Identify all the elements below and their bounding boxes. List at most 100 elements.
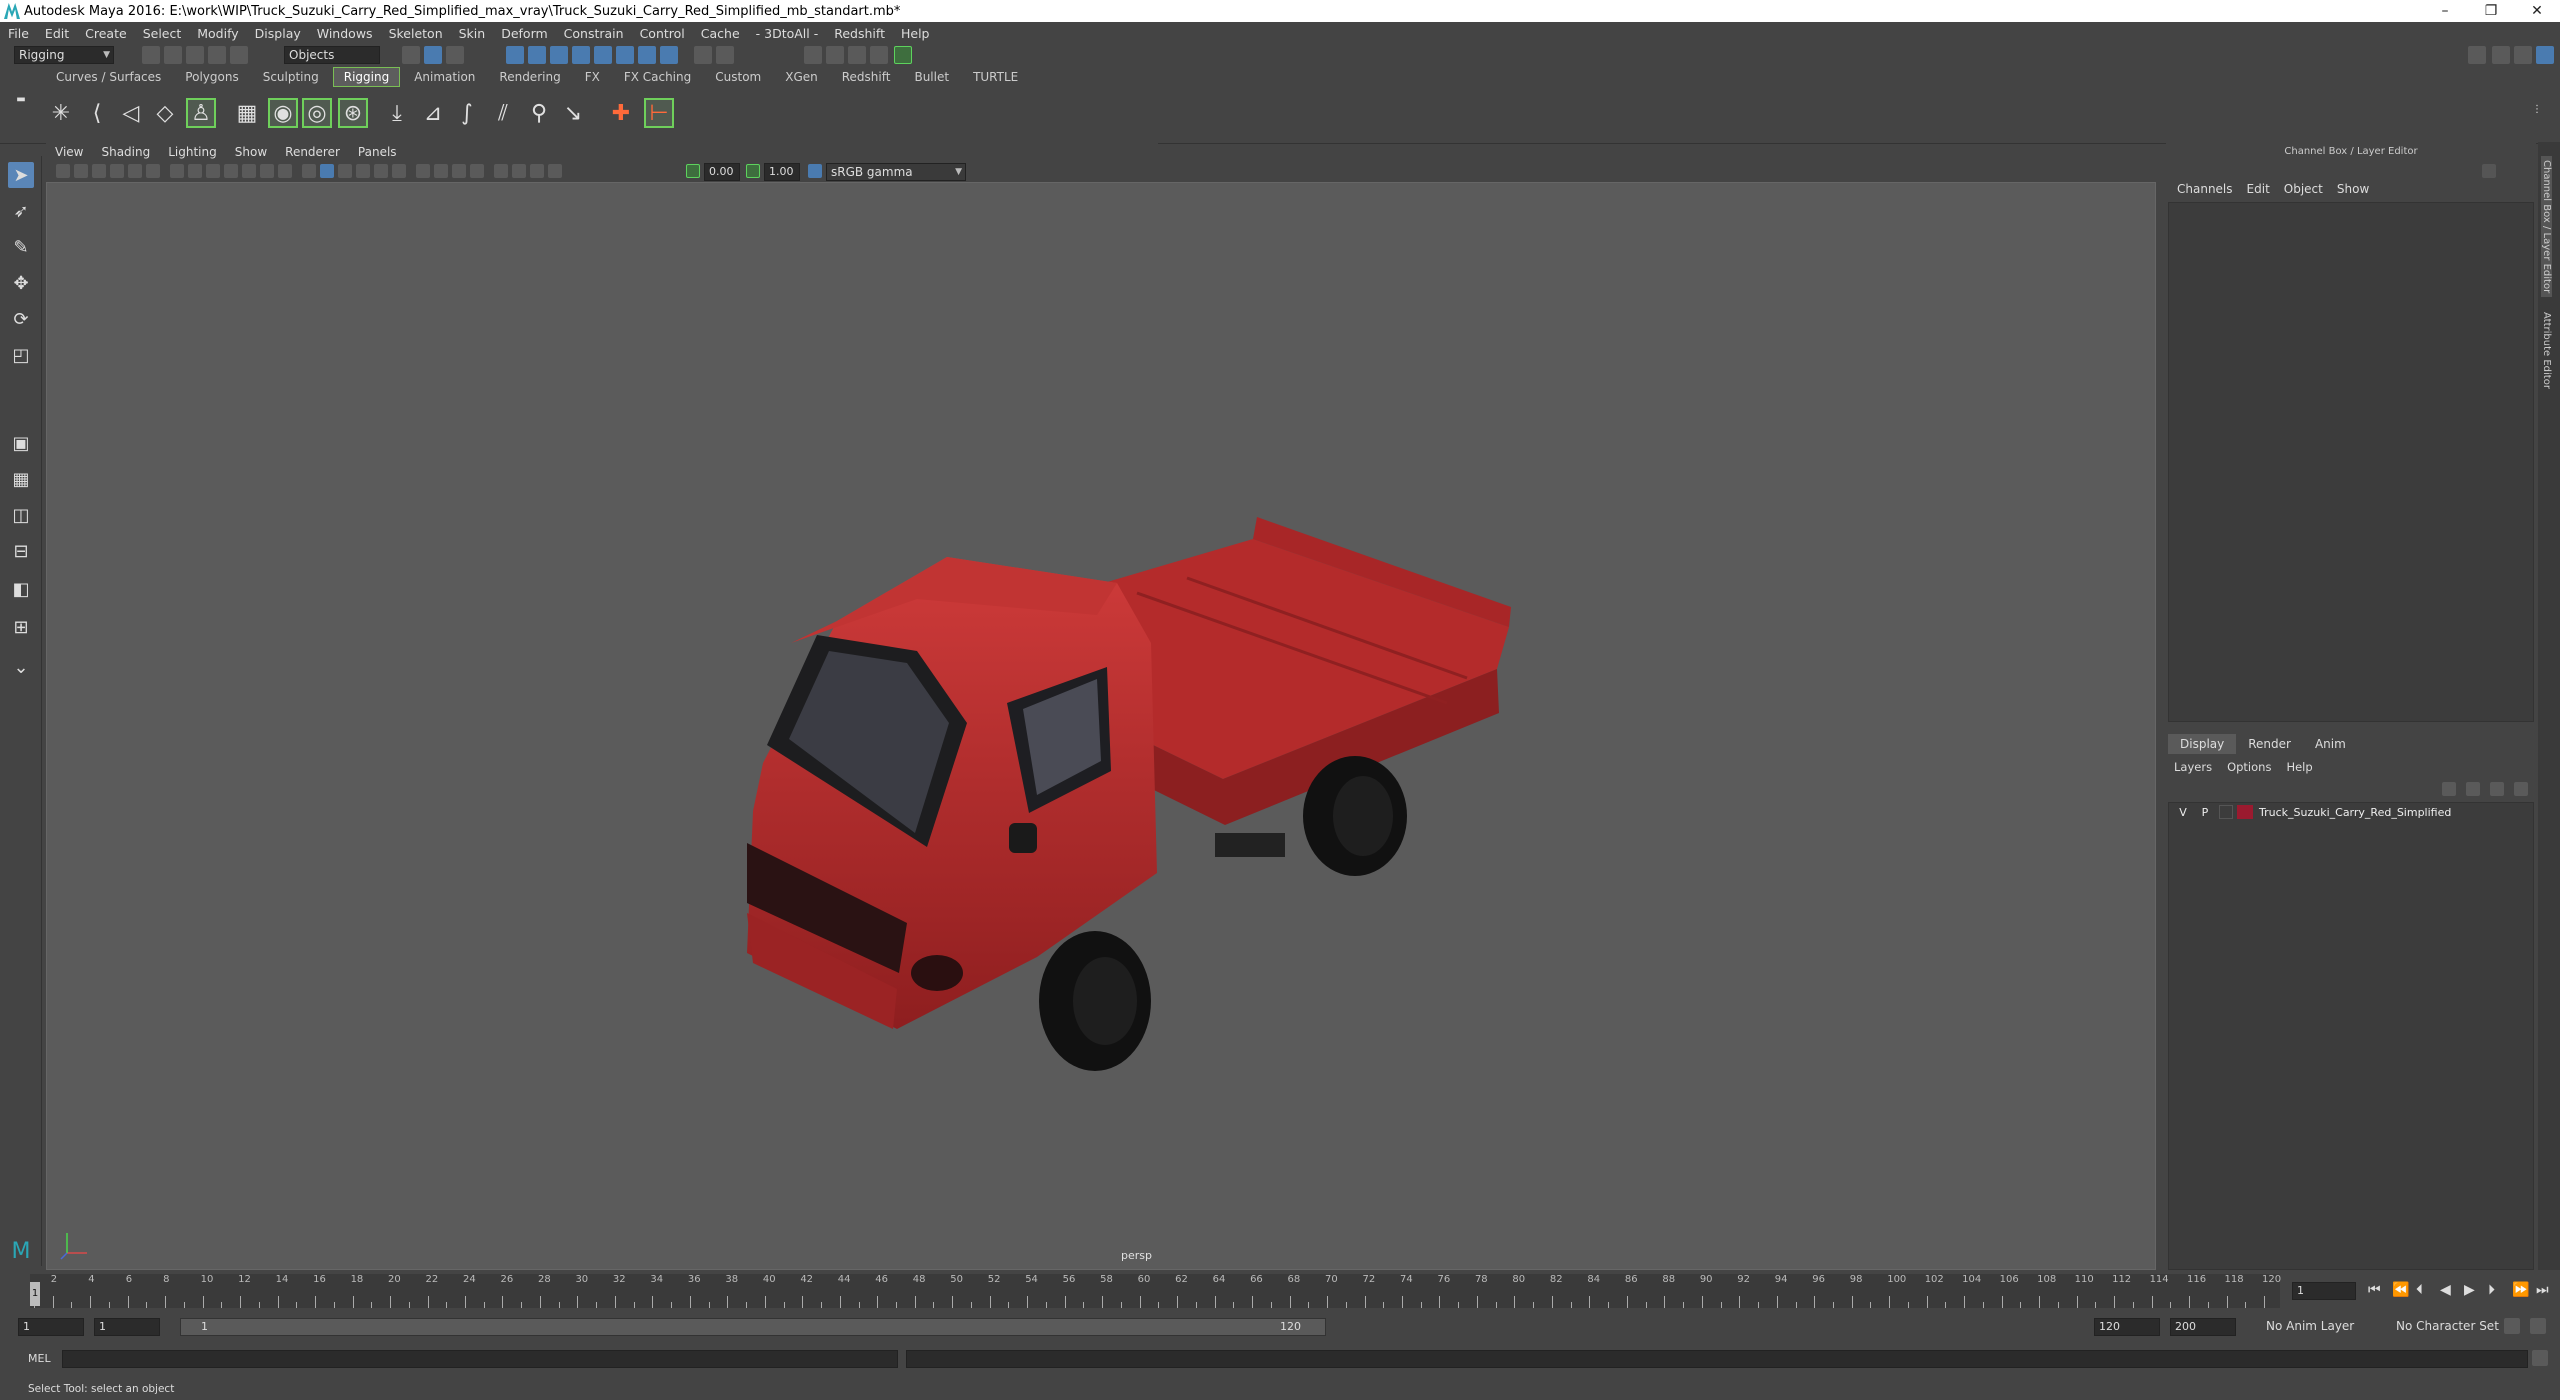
undo-icon[interactable]	[208, 46, 226, 64]
use-all-lights-icon[interactable]	[374, 164, 388, 178]
selection-mode-dropdown[interactable]: Objects	[284, 46, 380, 64]
menu-modify[interactable]: Modify	[189, 26, 246, 41]
command-language-label[interactable]: MEL	[28, 1352, 51, 1365]
new-layer-selected-icon[interactable]	[2514, 782, 2528, 796]
tab-anim[interactable]: Anim	[2303, 734, 2358, 754]
anti-aliasing-icon[interactable]	[452, 164, 466, 178]
shelf-tab-curves-surfaces[interactable]: Curves / Surfaces	[46, 68, 171, 86]
tab-render[interactable]: Render	[2236, 734, 2303, 754]
snap-grid-icon[interactable]	[506, 46, 524, 64]
safe-title-icon[interactable]	[278, 164, 292, 178]
move-layer-up-icon[interactable]	[2442, 782, 2456, 796]
render-view-icon[interactable]	[804, 46, 822, 64]
select-by-hierarchy-icon[interactable]	[402, 46, 420, 64]
menu-control[interactable]: Control	[632, 26, 693, 41]
isolate-select-icon[interactable]	[494, 164, 508, 178]
wire-deformer-icon[interactable]: ⫽	[488, 98, 518, 128]
go-to-end-icon[interactable]: ⏭	[2536, 1282, 2549, 1298]
viewport-menu-renderer[interactable]: Renderer	[276, 145, 349, 159]
snap-view-plane-icon[interactable]	[594, 46, 612, 64]
save-scene-icon[interactable]	[186, 46, 204, 64]
menu-edit[interactable]: Edit	[37, 26, 77, 41]
smooth-shade-icon[interactable]	[320, 164, 334, 178]
menu-display[interactable]: Display	[247, 26, 309, 41]
input-output-icon[interactable]	[716, 46, 734, 64]
move-layer-down-icon[interactable]	[2466, 782, 2480, 796]
menu-edit[interactable]: Edit	[2240, 182, 2277, 196]
wrap-deformer-icon[interactable]: ⊛	[338, 98, 368, 128]
persp-outliner-layout-icon[interactable]: ◫	[8, 502, 34, 528]
menu-select[interactable]: Select	[135, 26, 190, 41]
current-frame-marker[interactable]: 1	[30, 1282, 40, 1306]
close-button[interactable]: ✕	[2514, 0, 2560, 22]
sculpt-deformer-icon[interactable]: ∫	[452, 98, 482, 128]
range-slider[interactable]: 1 120	[180, 1318, 1326, 1336]
lattice-icon[interactable]: ◎	[302, 98, 332, 128]
layer-row[interactable]: V P Truck_Suzuki_Carry_Red_Simplified	[2169, 803, 2535, 821]
parent-constraint-icon[interactable]: ⊢	[644, 98, 674, 128]
grid-toggle-icon[interactable]	[170, 164, 184, 178]
shelf-tab-rigging[interactable]: Rigging	[332, 67, 401, 87]
menuset-dropdown[interactable]: Rigging ▼	[14, 46, 114, 64]
viewport-menu-shading[interactable]: Shading	[92, 145, 159, 159]
humanik-icon[interactable]: ♙	[186, 98, 216, 128]
maximize-button[interactable]: ❐	[2468, 0, 2514, 22]
render-settings-icon[interactable]	[870, 46, 888, 64]
toolbox-options-icon[interactable]: ⌄	[8, 654, 34, 680]
perspective-viewport[interactable]: persp	[46, 182, 2156, 1270]
shelf-tab-bullet[interactable]: Bullet	[904, 68, 959, 86]
menu-skeleton[interactable]: Skeleton	[381, 26, 451, 41]
four-view-layout-icon[interactable]: ▦	[8, 466, 34, 492]
wireframe-icon[interactable]	[302, 164, 316, 178]
menu-file[interactable]: File	[0, 26, 37, 41]
menu-cache[interactable]: Cache	[693, 26, 748, 41]
workspace-icon[interactable]	[2468, 46, 2486, 64]
shelf-scroll-icon[interactable]: ⋮	[2530, 94, 2544, 124]
camera-attributes-icon[interactable]	[74, 164, 88, 178]
playback-start-field[interactable]: 1	[94, 1318, 160, 1336]
shelf-tab-animation[interactable]: Animation	[404, 68, 485, 86]
current-frame-field[interactable]: 1	[2292, 1282, 2356, 1300]
shadows-icon[interactable]	[392, 164, 406, 178]
toggle-attribute-editor-icon[interactable]	[2514, 46, 2532, 64]
view-transform-dropdown[interactable]: sRGB gamma ▼	[826, 163, 966, 181]
xray-joints-icon[interactable]	[548, 164, 562, 178]
cluster-icon[interactable]: ⤓	[382, 98, 412, 128]
command-input[interactable]	[62, 1350, 898, 1368]
menu-object[interactable]: Object	[2277, 182, 2330, 196]
shelf-tab-sculpting[interactable]: Sculpting	[253, 68, 329, 86]
shelf-tab-rendering[interactable]: Rendering	[489, 68, 570, 86]
menu-help[interactable]: Help	[2286, 760, 2319, 774]
animation-start-field[interactable]: 1	[18, 1318, 84, 1336]
character-set-dropdown[interactable]: No Character Set	[2392, 1318, 2502, 1336]
screen-space-ao-icon[interactable]	[416, 164, 430, 178]
menu-channels[interactable]: Channels	[2170, 182, 2240, 196]
snap-point-icon[interactable]	[550, 46, 568, 64]
play-backwards-icon[interactable]: ◀	[2440, 1282, 2451, 1298]
select-by-object-icon[interactable]	[424, 46, 442, 64]
persp-graph-layout-icon[interactable]: ⊟	[8, 538, 34, 564]
ik-handle-icon[interactable]: ◇	[150, 98, 180, 128]
open-scene-icon[interactable]	[164, 46, 182, 64]
menu-help[interactable]: Help	[893, 26, 938, 41]
make-live-icon[interactable]	[616, 46, 634, 64]
toggle-modeling-toolkit-icon[interactable]	[2492, 46, 2510, 64]
camera-select-icon[interactable]	[56, 164, 70, 178]
gate-mask-icon[interactable]	[224, 164, 238, 178]
bind-skin-icon[interactable]: ▦	[232, 98, 262, 128]
menu-redshift[interactable]: Redshift	[826, 26, 893, 41]
script-editor-icon[interactable]	[2532, 1350, 2548, 1366]
side-tab-channel-box[interactable]: Channel Box / Layer Editor	[2541, 156, 2552, 298]
textured-icon[interactable]	[356, 164, 370, 178]
color-management-icon[interactable]	[808, 164, 822, 178]
mirror-joint-icon[interactable]: ◁	[116, 98, 146, 128]
shelf-tab-polygons[interactable]: Polygons	[175, 68, 248, 86]
side-tab-attribute-editor[interactable]: Attribute Editor	[2541, 312, 2552, 389]
hypershade-icon[interactable]	[894, 46, 912, 64]
viewport-menu-panels[interactable]: Panels	[349, 145, 406, 159]
menu-options[interactable]: Options	[2227, 760, 2278, 774]
auto-key-icon[interactable]	[2504, 1318, 2520, 1334]
shelf-tab-xgen[interactable]: XGen	[775, 68, 828, 86]
layer-type-toggle[interactable]	[2219, 805, 2233, 819]
lock-icon[interactable]	[694, 46, 712, 64]
